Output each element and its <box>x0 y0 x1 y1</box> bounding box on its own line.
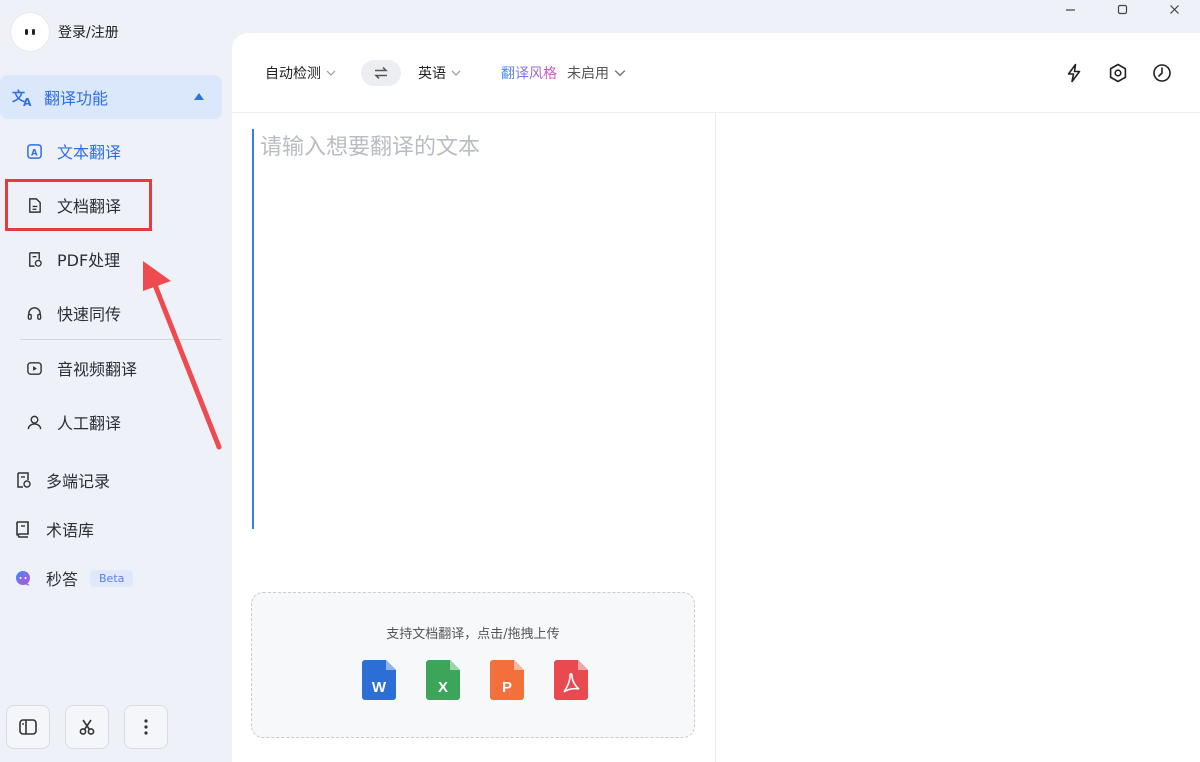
excel-file-icon: X <box>426 660 460 700</box>
maximize-icon <box>1117 4 1127 14</box>
book-icon <box>12 518 34 540</box>
svg-text:A: A <box>31 148 38 158</box>
sidebar: 登录/注册 文 A 翻译功能 A 文本翻译 文档翻译 PDF处理 快速同传 音视… <box>0 0 232 762</box>
history-button[interactable] <box>1150 61 1174 85</box>
records-icon <box>12 469 34 491</box>
avatar <box>10 12 50 52</box>
login-entry[interactable]: 登录/注册 <box>10 12 119 52</box>
target-language-label: 英语 <box>418 66 446 82</box>
close-button[interactable] <box>1148 0 1200 18</box>
maximize-button[interactable] <box>1096 0 1148 18</box>
settings-icon <box>1109 63 1127 83</box>
swap-languages-button[interactable] <box>361 60 401 86</box>
more-button[interactable] <box>124 705 168 749</box>
chat-ai-icon <box>12 567 34 589</box>
svg-text:W: W <box>372 679 387 696</box>
translate-toolbar: 自动检测 英语 翻译风格 未启用 <box>232 33 1200 113</box>
group-label: 翻译功能 <box>44 89 109 108</box>
sidebar-item-human-translate[interactable]: 人工翻译 <box>24 402 121 442</box>
svg-text:A: A <box>23 96 32 107</box>
svg-text:P: P <box>502 679 512 696</box>
pdf-file-icon <box>554 660 588 700</box>
sidebar-toggle-button[interactable] <box>6 705 50 749</box>
settings-button[interactable] <box>1106 61 1130 85</box>
annotation-highlight-box <box>5 179 152 231</box>
sidebar-item-label: 术语库 <box>46 521 95 540</box>
close-icon <box>1169 4 1179 14</box>
headset-icon <box>24 303 44 323</box>
pdf-doc-icon <box>24 249 44 269</box>
chevron-down-icon <box>451 70 461 76</box>
source-text-input[interactable] <box>252 129 702 529</box>
more-vertical-icon <box>144 719 148 735</box>
ppt-file-icon: P <box>490 660 524 700</box>
translate-features-group[interactable]: 文 A 翻译功能 <box>0 75 222 119</box>
text-translate-icon: A <box>24 141 44 161</box>
beta-badge: Beta <box>90 569 134 587</box>
sidebar-item-records[interactable]: 多端记录 <box>12 464 110 496</box>
sidebar-item-glossary[interactable]: 术语库 <box>12 513 94 545</box>
login-label: 登录/注册 <box>58 25 119 41</box>
sidebar-item-label: PDF处理 <box>57 251 121 270</box>
sidebar-item-pdf[interactable]: PDF处理 <box>24 239 120 279</box>
video-play-icon <box>24 358 44 378</box>
source-language-label: 自动检测 <box>265 66 321 82</box>
document-upload-dropzone[interactable]: 支持文档翻译，点击/拖拽上传 W X P <box>251 592 695 738</box>
sidebar-item-av-translate[interactable]: 音视频翻译 <box>24 348 137 388</box>
word-file-icon: W <box>362 660 396 700</box>
minimize-button[interactable] <box>1044 0 1096 18</box>
source-language-select[interactable]: 自动检测 <box>265 63 336 83</box>
minimize-icon <box>1065 8 1075 11</box>
sidebar-item-label: 音视频翻译 <box>57 360 138 379</box>
target-language-select[interactable]: 英语 <box>418 63 461 83</box>
upload-hint: 支持文档翻译，点击/拖拽上传 <box>386 627 560 642</box>
chevron-down-icon <box>326 70 336 76</box>
sidebar-item-label: 文本翻译 <box>57 143 122 162</box>
sidebar-item-quick-answer[interactable]: 秒答 Beta <box>12 562 134 594</box>
caret-up-icon <box>194 93 204 100</box>
quick-translate-button[interactable] <box>1062 61 1086 85</box>
sidebar-item-label: 多端记录 <box>46 472 111 491</box>
sidebar-item-text-translate[interactable]: A 文本翻译 <box>24 131 121 171</box>
screenshot-translate-button[interactable] <box>65 705 109 749</box>
history-icon <box>1153 64 1171 82</box>
translation-style-label: 翻译风格 <box>501 63 557 83</box>
lightning-icon <box>1067 63 1081 83</box>
scissors-icon <box>79 719 95 735</box>
sidebar-item-simultaneous[interactable]: 快速同传 <box>24 293 121 333</box>
person-icon <box>24 412 44 432</box>
sidebar-item-label: 人工翻译 <box>57 414 122 433</box>
swap-icon <box>374 66 388 80</box>
file-type-icons: W X P <box>362 660 588 700</box>
svg-text:X: X <box>438 679 448 696</box>
window-controls <box>1044 0 1200 18</box>
panel-divider <box>715 113 716 762</box>
translate-icon: 文 A <box>12 89 32 107</box>
chevron-down-icon <box>614 70 626 77</box>
sidebar-item-label: 快速同传 <box>57 305 122 324</box>
translation-style-value: 未启用 <box>567 66 609 82</box>
translate-panel: 自动检测 英语 翻译风格 未启用 支持文档翻译，点击/拖拽上传 <box>232 33 1200 762</box>
sidebar-toggle-icon <box>19 719 37 735</box>
sidebar-item-label: 秒答 <box>46 570 79 589</box>
translation-style-select[interactable]: 翻译风格 未启用 <box>501 63 626 83</box>
annotation-arrow <box>143 261 222 450</box>
